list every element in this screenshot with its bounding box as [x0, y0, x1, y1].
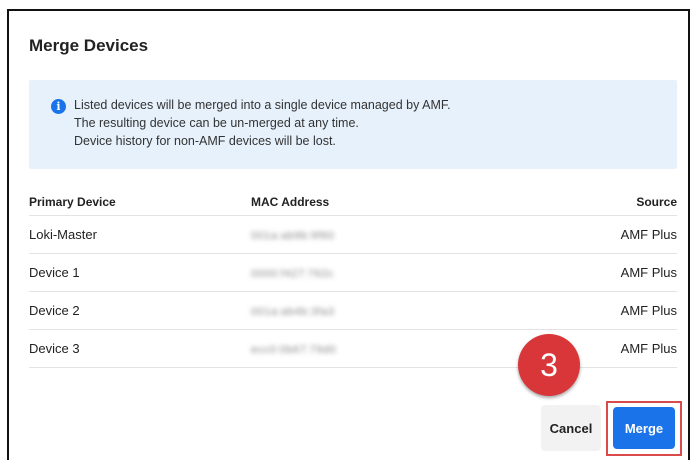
- dialog-title: Merge Devices: [29, 36, 149, 55]
- table-header-row: Primary Device MAC Address Source: [29, 188, 677, 216]
- device-source: AMF Plus: [551, 215, 677, 254]
- device-name: Device 2: [29, 291, 251, 330]
- info-icon: i: [51, 99, 66, 114]
- header-source: Source: [551, 188, 677, 216]
- cancel-button[interactable]: Cancel: [541, 405, 601, 451]
- device-name: Device 3: [29, 329, 251, 368]
- mac-address: ecc0:0b67:79d0: [251, 344, 337, 356]
- header-mac-address: MAC Address: [251, 188, 551, 216]
- mac-address: 001a:ab9b:9f60: [251, 230, 335, 242]
- step-number-badge: 3: [518, 334, 580, 396]
- device-source: AMF Plus: [551, 253, 677, 292]
- header-primary-device: Primary Device: [29, 188, 251, 216]
- merge-button[interactable]: Merge: [613, 407, 675, 449]
- info-text: Listed devices will be merged into a sin…: [74, 96, 451, 150]
- mac-address: 0000:f427:762c: [251, 268, 334, 280]
- table-row: Device 1 0000:f427:762c AMF Plus: [29, 253, 677, 292]
- info-banner: i Listed devices will be merged into a s…: [29, 80, 677, 169]
- info-line: The resulting device can be un-merged at…: [74, 116, 359, 130]
- device-name: Loki-Master: [29, 215, 251, 254]
- device-source: AMF Plus: [551, 291, 677, 330]
- info-line: Listed devices will be merged into a sin…: [74, 98, 451, 112]
- table-row: Device 2 001a:ab4b:3fa3 AMF Plus: [29, 291, 677, 330]
- table-row: Loki-Master 001a:ab9b:9f60 AMF Plus: [29, 215, 677, 254]
- info-line: Device history for non-AMF devices will …: [74, 134, 336, 148]
- mac-address: 001a:ab4b:3fa3: [251, 306, 335, 318]
- devices-table: Primary Device MAC Address Source Loki-M…: [29, 188, 677, 368]
- device-name: Device 1: [29, 253, 251, 292]
